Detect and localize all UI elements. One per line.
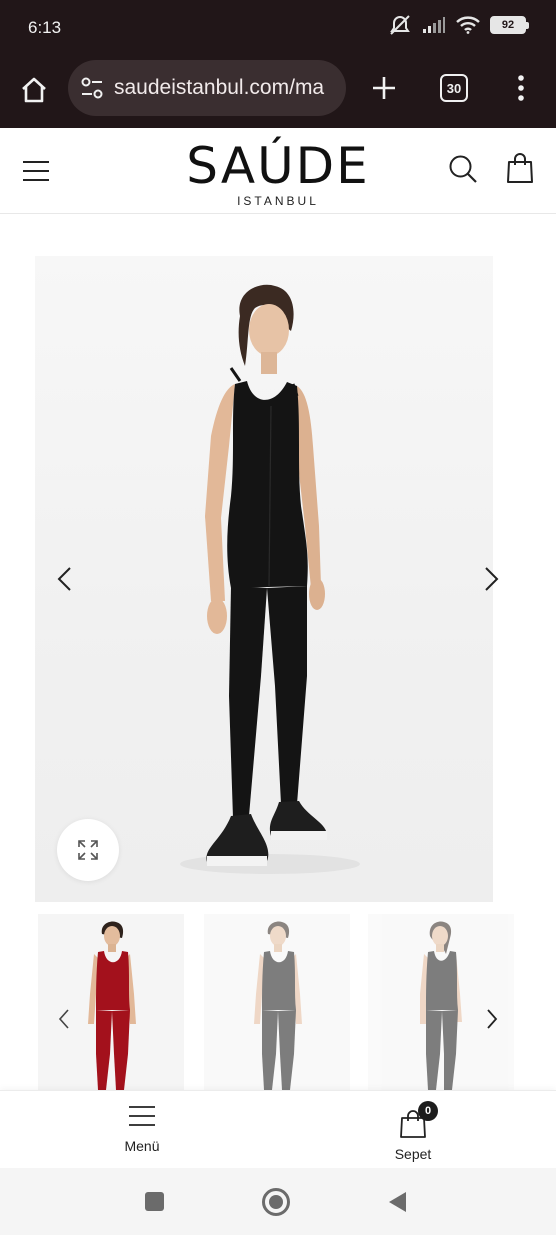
recents-icon[interactable] [145, 1192, 164, 1211]
system-navigation-bar [0, 1168, 556, 1235]
product-main-image[interactable] [35, 256, 493, 902]
logo-subtitle: ISTANBUL [237, 194, 319, 208]
home-icon [22, 77, 46, 103]
logo-wordmark: SAÚDE [186, 137, 370, 195]
thumbnail-red-jumpsuit[interactable] [38, 914, 184, 1090]
site-menu-button[interactable] [20, 156, 52, 186]
status-icons: 92 [388, 14, 529, 36]
header-cart-button[interactable] [503, 150, 537, 186]
bottom-cart-button[interactable]: 0 Sepet [382, 1101, 444, 1162]
zoom-button[interactable] [57, 819, 119, 881]
new-tab-button[interactable] [366, 70, 402, 106]
url-text: saudeistanbul.com/ma [114, 76, 325, 99]
browser-toolbar: saudeistanbul.com/ma 30 [0, 56, 556, 128]
chevron-left-icon [57, 567, 71, 591]
bottom-navigation: Menü 0 Sepet [0, 1090, 556, 1168]
thumbnails-prev-button[interactable] [54, 1006, 74, 1032]
browser-home-button[interactable] [16, 72, 52, 108]
expand-icon [78, 840, 98, 860]
model-red-jumpsuit [88, 921, 136, 1090]
gallery-next-button[interactable] [480, 564, 504, 594]
search-icon [449, 155, 477, 183]
model-black-jumpsuit [180, 284, 360, 874]
search-button[interactable] [446, 152, 480, 186]
chevron-left-icon [58, 1009, 69, 1029]
bottom-menu-button[interactable]: Menü [112, 1105, 172, 1154]
cart-label: Sepet [394, 1146, 432, 1162]
kebab-menu-button[interactable] [506, 70, 536, 106]
chevron-right-icon [485, 567, 499, 591]
hamburger-icon [129, 1106, 155, 1126]
tab-count: 30 [446, 80, 462, 96]
thumbnail-strip [38, 914, 518, 1090]
cart-count-badge: 0 [418, 1101, 438, 1121]
kebab-menu-icon [518, 75, 524, 101]
wifi-icon [456, 16, 480, 34]
site-header: SAÚDE ISTANBUL [0, 128, 556, 214]
thumbnail-black-jumpsuit-front[interactable] [204, 914, 350, 1090]
signal-icon [423, 17, 445, 33]
thumbnail-black-jumpsuit-side[interactable] [368, 914, 514, 1090]
hamburger-icon [23, 161, 49, 181]
site-settings-icon [81, 77, 103, 99]
status-time: 6:13 [28, 18, 62, 37]
site-logo[interactable]: SAÚDE ISTANBUL [178, 136, 378, 208]
mute-icon [390, 15, 410, 35]
tabs-icon[interactable]: 30 [440, 74, 468, 102]
back-icon[interactable] [386, 1190, 408, 1214]
battery-icon: 92 [490, 16, 529, 34]
url-bar[interactable]: saudeistanbul.com/ma [68, 60, 346, 116]
model-black-jumpsuit-front [254, 921, 302, 1090]
status-bar: 6:13 92 [0, 0, 556, 56]
shopping-bag-icon [507, 153, 533, 183]
gallery-prev-button[interactable] [52, 564, 76, 594]
home-dot [269, 1195, 283, 1209]
home-icon[interactable] [262, 1188, 290, 1216]
model-black-jumpsuit-side [420, 921, 462, 1090]
thumbnails-next-button[interactable] [482, 1006, 502, 1032]
battery-level: 92 [501, 19, 515, 31]
chevron-right-icon [487, 1009, 498, 1029]
menu-label: Menü [124, 1138, 160, 1154]
plus-icon [373, 77, 395, 99]
